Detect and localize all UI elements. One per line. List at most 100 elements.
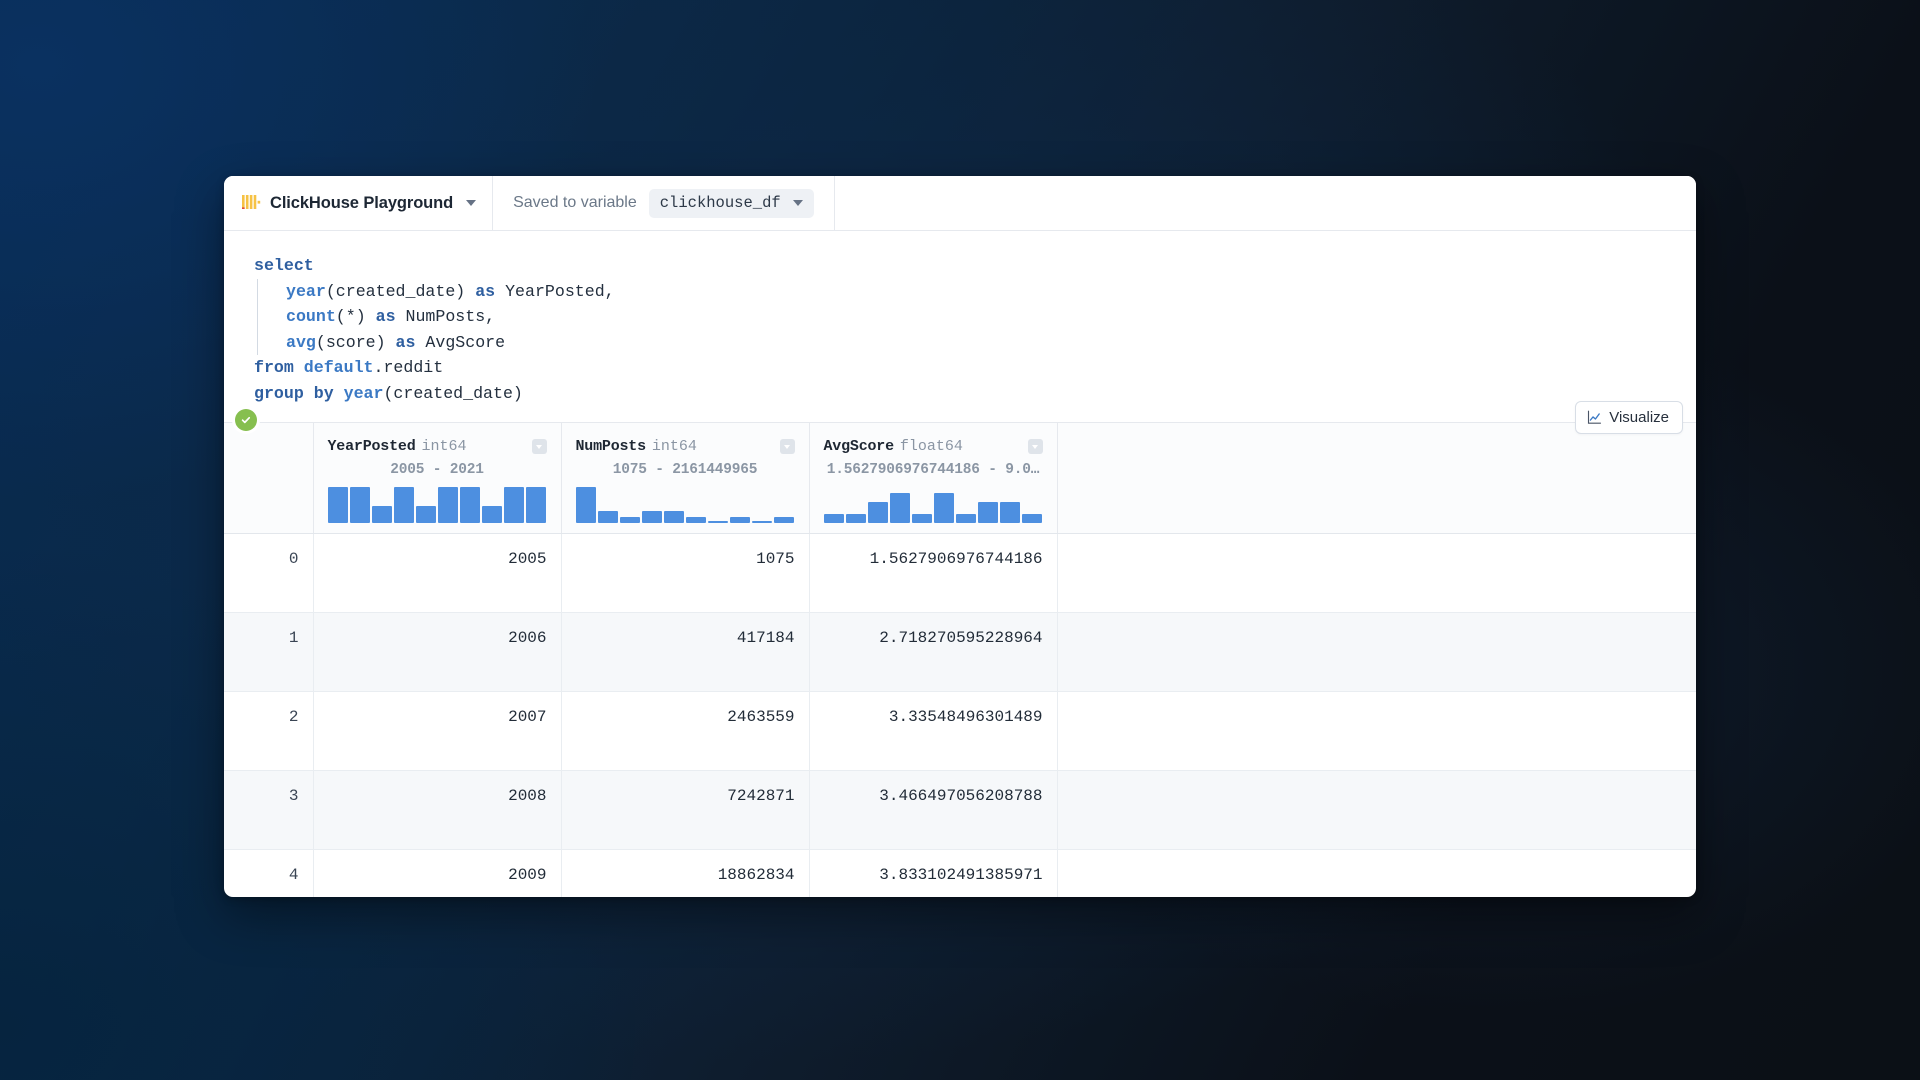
sql-keyword-as-2: as	[375, 307, 396, 326]
table-row[interactable]: 0 2005 1075 1.5627906976744186	[224, 533, 1696, 613]
sql-keyword-select: select	[254, 256, 314, 275]
sql-editor[interactable]: select year(created_date) as YearPosted,…	[224, 231, 1696, 422]
table-row[interactable]: 3 2008 7242871 3.466497056208788	[224, 770, 1696, 850]
chevron-down-icon	[466, 200, 477, 206]
histogram-bar	[685, 516, 707, 523]
row-index-cell: 2	[224, 691, 314, 771]
column-header-yearposted[interactable]: YearPosted int64 2005 - 2021	[313, 422, 562, 534]
histogram-bar	[752, 520, 773, 523]
results-table: YearPosted int64 2005 - 2021 NumPosts int6…	[224, 422, 1696, 897]
histogram-bar	[349, 487, 370, 523]
sql-groupby-args: (created_date)	[383, 383, 523, 403]
column-type: int64	[651, 438, 697, 455]
sql-function-year-2: year	[343, 383, 384, 403]
column-type: int64	[421, 438, 467, 455]
sql-args-2: (*)	[335, 307, 376, 326]
sql-function-year: year	[286, 281, 326, 301]
visualize-button-label: Visualize	[1609, 409, 1669, 426]
cell-toolbar: ClickHouse Playground Saved to variable …	[224, 176, 1696, 231]
column-menu-button[interactable]	[531, 439, 547, 454]
table-cell-yearposted: 2006	[313, 612, 562, 692]
row-index-cell: 0	[224, 533, 314, 613]
table-cell-numposts: 2463559	[561, 691, 810, 771]
column-type: float64	[899, 438, 963, 455]
column-name: YearPosted	[327, 438, 416, 455]
histogram-bar	[933, 493, 955, 523]
column-header-numposts[interactable]: NumPosts int64 1075 - 2161449965	[561, 422, 810, 534]
histogram-bar	[730, 516, 751, 523]
table-cell-avgscore: 1.5627906976744186	[809, 533, 1058, 613]
table-row[interactable]: 4 2009 18862834 3.833102491385971	[224, 849, 1696, 897]
header-row: YearPosted int64 2005 - 2021 NumPosts int6…	[224, 422, 1696, 534]
results-table-header: YearPosted int64 2005 - 2021 NumPosts int6…	[224, 422, 1696, 534]
table-cell-numposts: 7242871	[561, 770, 810, 850]
histogram-bar	[823, 514, 844, 523]
table-cell-numposts: 18862834	[561, 849, 810, 897]
column-header-avgscore[interactable]: AvgScore float64 1.5627906976744186 - 9.0…	[809, 422, 1058, 534]
histogram-bar	[774, 516, 795, 523]
sql-keyword-as-1: as	[475, 281, 496, 301]
histogram-bar	[956, 514, 977, 523]
sql-args-1: (created_date)	[325, 281, 476, 301]
sql-function-count: count	[286, 307, 336, 326]
line-chart-icon	[1588, 410, 1602, 424]
histogram-bar	[978, 502, 999, 523]
sql-function-avg: avg	[286, 332, 316, 352]
sql-table-reddit: .reddit	[373, 358, 444, 377]
histogram-bar	[393, 487, 414, 523]
table-cell-empty	[1057, 770, 1696, 850]
query-results: Visualize YearPosted int64 2 005 - 2021 N…	[224, 401, 1696, 897]
histogram-bar	[641, 511, 662, 523]
column-name: NumPosts	[575, 438, 647, 455]
column-menu-button[interactable]	[1027, 439, 1043, 454]
sql-alias-2: NumPosts,	[395, 307, 496, 326]
chevron-down-icon	[1032, 444, 1038, 449]
table-cell-avgscore: 3.466497056208788	[809, 770, 1058, 850]
histogram-bar	[619, 516, 640, 523]
variable-name-label: clickhouse_df	[659, 193, 781, 212]
column-range: 1.5627906976744186 - 9.0…	[826, 462, 1040, 478]
variable-name-chip[interactable]: clickhouse_df	[648, 188, 814, 218]
histogram-bar	[867, 502, 888, 523]
data-source-selector[interactable]: ClickHouse Playground	[224, 176, 494, 230]
empty-column-header	[1057, 422, 1696, 534]
table-cell-avgscore: 3.33548496301489	[809, 691, 1058, 771]
histogram-bar	[911, 514, 932, 523]
sql-alias-1: YearPosted,	[495, 281, 615, 301]
column-histogram	[823, 487, 1043, 523]
row-index-cell: 3	[224, 770, 314, 850]
column-menu-button[interactable]	[779, 439, 795, 454]
table-cell-avgscore: 3.833102491385971	[809, 849, 1058, 897]
table-row[interactable]: 1 2006 417184 2.718270595228964	[224, 612, 1696, 692]
toolbar-empty-area	[835, 176, 1696, 230]
histogram-bar	[437, 487, 459, 523]
column-range: 1075 - 2161449965	[612, 462, 758, 478]
results-table-body: 0 2005 1075 1.5627906976744186 1 2006 417184 2.…	[224, 533, 1696, 897]
saved-to-variable-label: Saved to variable	[513, 194, 637, 211]
histogram-bar	[371, 506, 392, 523]
table-cell-yearposted: 2007	[313, 691, 562, 771]
sql-alias-3: AvgScore	[415, 332, 506, 352]
histogram-bar	[460, 487, 481, 523]
histogram-bar	[889, 493, 910, 523]
chevron-down-icon	[784, 444, 790, 449]
table-cell-empty	[1057, 691, 1696, 771]
table-row[interactable]: 2 2007 2463559 3.33548496301489	[224, 691, 1696, 771]
table-cell-yearposted: 2009	[313, 849, 562, 897]
sql-keyword-from: from	[254, 358, 304, 377]
index-column-header	[224, 422, 314, 534]
chevron-down-icon	[536, 444, 542, 449]
column-name: AvgScore	[823, 438, 895, 455]
table-cell-yearposted: 2008	[313, 770, 562, 850]
row-index-cell: 4	[224, 849, 314, 897]
column-range: 2005 - 2021	[390, 462, 484, 478]
sql-keyword-group-by: group by	[254, 383, 344, 403]
table-cell-empty	[1057, 849, 1696, 897]
sql-keyword-as-3: as	[395, 332, 416, 352]
checkmark-icon	[241, 416, 251, 424]
histogram-bar	[504, 487, 525, 523]
table-cell-yearposted: 2005	[313, 533, 562, 613]
visualize-button[interactable]: Visualize	[1575, 401, 1683, 434]
sql-args-3: (score)	[315, 332, 396, 352]
data-source-label: ClickHouse Playground	[270, 193, 454, 212]
